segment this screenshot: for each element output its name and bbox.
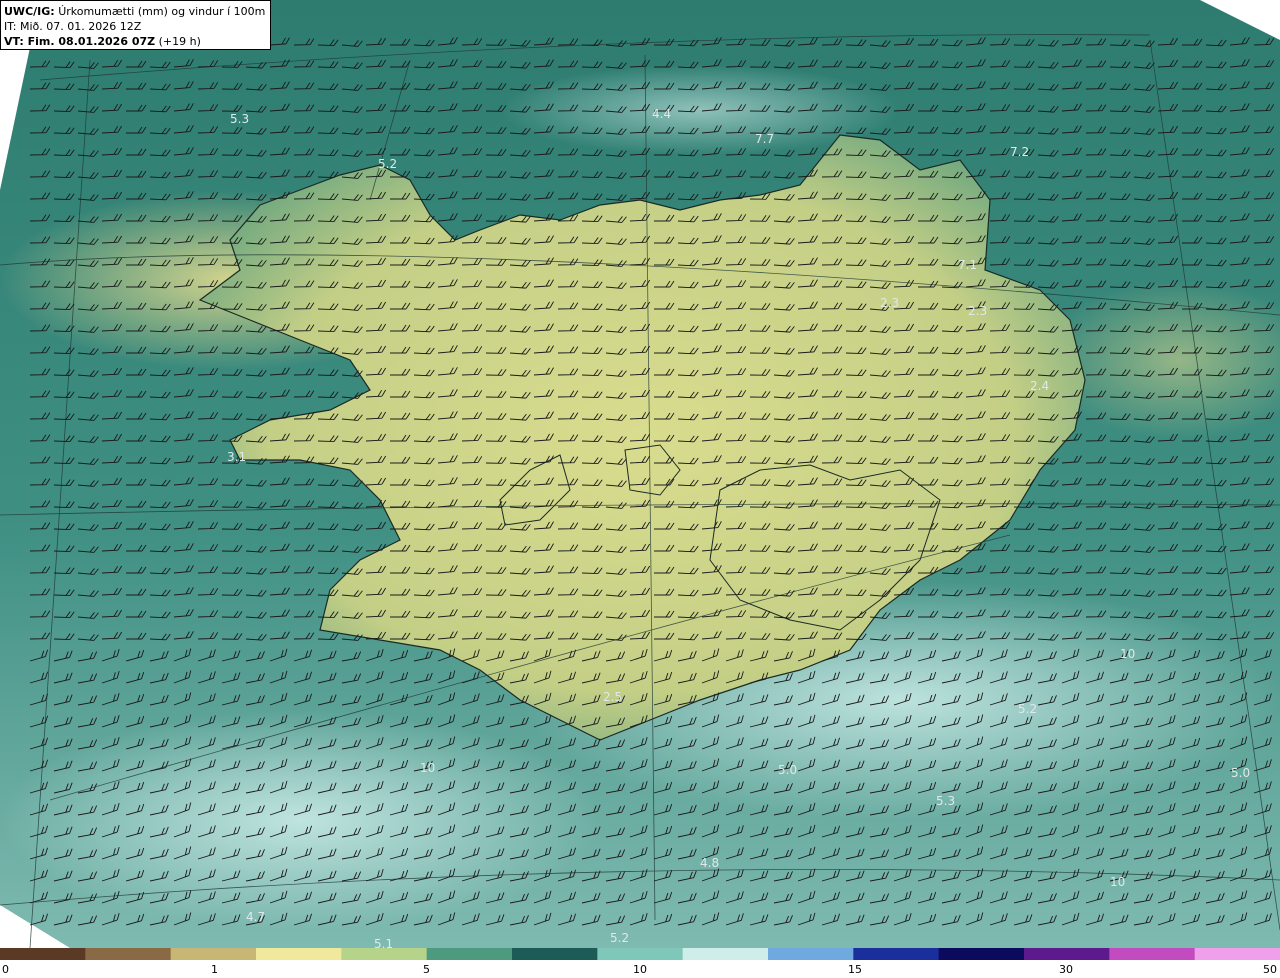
map-value-label: 4.4: [652, 107, 671, 121]
colorbar-segment: [682, 948, 769, 960]
map-value-label: 5.3: [936, 794, 955, 808]
map-canvas: 5.3 5.2 4.4 7.7 7.2 7.1 2.3 2.3 2.4 3.1 …: [0, 0, 1280, 948]
valid-time: VT: Fim. 08.01.2026 07Z: [4, 35, 156, 48]
colorbar-tick: 1: [211, 963, 218, 976]
model-name: UWC/IG:: [4, 5, 55, 18]
colorbar-segment: [938, 948, 1025, 960]
map-value-label: 5.2: [378, 157, 397, 171]
colorbar-segment: [1109, 948, 1196, 960]
init-time: IT: Mið. 07. 01. 2026 12Z: [4, 20, 142, 33]
map-value-label: 5.2: [610, 931, 629, 945]
map-value-label: 10: [420, 761, 435, 775]
map-value-label: 7.7: [755, 132, 774, 146]
colorbar-segment: [1024, 948, 1111, 960]
colorbar-tick: 30: [1059, 963, 1073, 976]
map-value-label: 10: [1120, 647, 1135, 661]
map-value-label: 5.2: [1018, 702, 1037, 716]
map-value-label: 5.1: [374, 937, 393, 948]
map-value-label: 4.8: [700, 856, 719, 870]
colorbar-tick: 0: [2, 963, 9, 976]
map-value-label: 7.1: [958, 258, 977, 272]
map-value-label: 2.5: [603, 690, 622, 704]
colorbar-tick: 50: [1263, 963, 1277, 976]
colorbar-segment: [512, 948, 599, 960]
colorbar-segment: [170, 948, 257, 960]
colorbar-segment: [1194, 948, 1280, 960]
colorbar-ticks: 0 1 5 10 15 30 50: [0, 960, 1280, 978]
product-name: Úrkomumætti (mm) og vindur í 100m hæð: [58, 5, 267, 18]
colorbar-segment: [341, 948, 428, 960]
colorbar: [0, 948, 1280, 960]
map-value-label: 4.7: [246, 910, 265, 924]
colorbar-tick: 5: [423, 963, 430, 976]
map-value-label: 5.0: [778, 763, 797, 777]
colorbar-tick: 15: [848, 963, 862, 976]
map-value-label: 2.3: [880, 296, 899, 310]
colorbar-segment: [256, 948, 343, 960]
map-value-label: 2.3: [968, 304, 987, 318]
precip-area: [0, 710, 600, 930]
map-title-box: UWC/IG: Úrkomumætti (mm) og vindur í 100…: [0, 0, 271, 50]
colorbar-segment: [85, 948, 172, 960]
colorbar-segment: [426, 948, 513, 960]
colorbar-tick: 10: [633, 963, 647, 976]
map-value-label: 2.4: [1030, 379, 1049, 393]
map-value-label: 5.3: [230, 112, 249, 126]
map-value-label: 10: [1110, 875, 1125, 889]
colorbar-segment: [597, 948, 684, 960]
colorbar-segment: [0, 948, 87, 960]
map-value-label: 5.0: [1231, 766, 1250, 780]
colorbar-segment: [853, 948, 940, 960]
colorbar-segment: [768, 948, 855, 960]
lead-time: (+19 h): [158, 35, 201, 48]
map-value-label: 3.1: [227, 450, 246, 464]
map-value-label: 7.2: [1010, 145, 1029, 159]
